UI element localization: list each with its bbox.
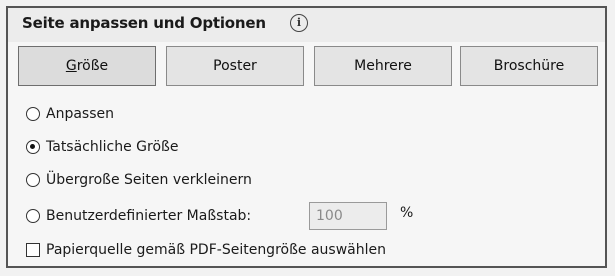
tab-poster-label: Poster (213, 58, 257, 74)
option-fit[interactable]: Anpassen (26, 104, 114, 124)
actual-size-radio[interactable] (26, 140, 40, 154)
custom-scale-label: Benutzerdefinierter Maßstab: (46, 208, 252, 224)
option-actual-size[interactable]: Tatsächliche Größe (26, 137, 178, 157)
shrink-radio[interactable] (26, 173, 40, 187)
fit-radio[interactable] (26, 107, 40, 121)
tab-poster[interactable]: Poster (166, 46, 304, 86)
tab-size[interactable]: Größe (18, 46, 156, 86)
actual-size-label: Tatsächliche Größe (46, 139, 179, 155)
tab-booklet[interactable]: Broschüre (460, 46, 598, 86)
tab-size-mnemonic: G (65, 58, 77, 74)
paper-source-label: Papierquelle gemäß PDF-Seitengröße auswä… (46, 242, 386, 258)
custom-scale-radio[interactable] (26, 209, 40, 223)
info-icon[interactable]: i (290, 14, 308, 32)
paper-source-checkbox[interactable] (26, 243, 40, 257)
custom-scale-input[interactable] (309, 202, 387, 230)
tab-multiple[interactable]: Mehrere (314, 46, 452, 86)
tab-size-label: röße (76, 58, 109, 74)
tab-booklet-label: Broschüre (493, 58, 565, 74)
tab-multiple-label: Mehrere (354, 58, 412, 74)
fit-label: Anpassen (46, 106, 114, 122)
panel-header: Seite anpassen und Optionen i (8, 8, 605, 42)
shrink-label: Übergroße Seiten verkleinern (46, 172, 252, 188)
option-paper-source[interactable]: Papierquelle gemäß PDF-Seitengröße auswä… (26, 240, 386, 260)
percent-unit: % (400, 205, 414, 221)
panel-title: Seite anpassen und Optionen (22, 14, 266, 32)
page-sizing-panel: Seite anpassen und Optionen i Größe Post… (6, 6, 607, 268)
page-sizing-tabs: Größe Poster Mehrere Broschüre (8, 46, 605, 86)
option-custom-scale[interactable]: Benutzerdefinierter Maßstab: (26, 206, 251, 226)
option-shrink-oversized[interactable]: Übergroße Seiten verkleinern (26, 170, 252, 190)
